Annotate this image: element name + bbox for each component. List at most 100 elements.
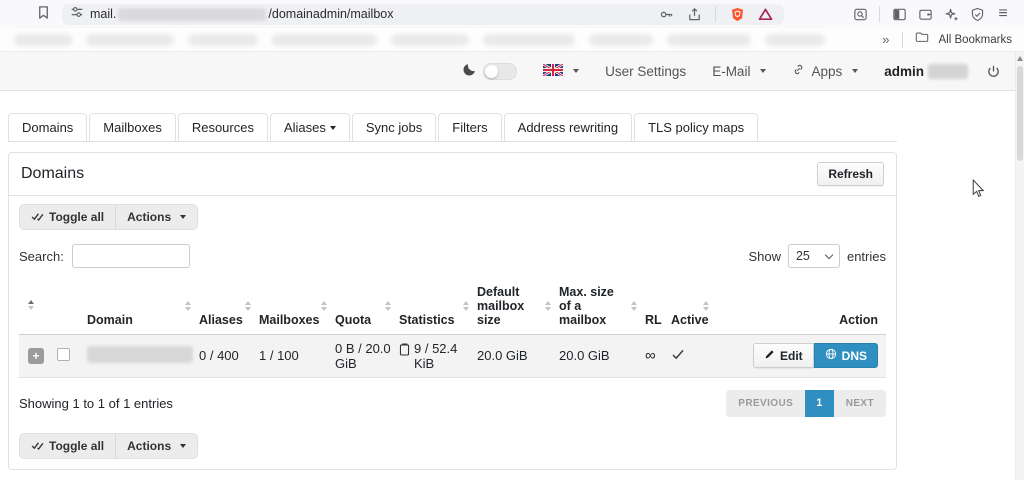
bookmark-item-redacted[interactable]	[483, 34, 575, 46]
cell-default-mailbox-size: 20.0 GiB	[473, 334, 555, 377]
actions-dropdown-button-bottom[interactable]: Actions	[115, 434, 197, 458]
actions-dropdown-button[interactable]: Actions	[115, 205, 197, 229]
row-expand-button[interactable]: +	[28, 348, 44, 364]
sort-icon	[463, 301, 469, 311]
cell-max-mailbox-size: 20.0 GiB	[555, 334, 641, 377]
tab-bar: Domains Mailboxes Resources Aliases Sync…	[8, 113, 897, 142]
brave-shields-icon[interactable]	[726, 3, 748, 25]
uk-flag-icon	[543, 64, 563, 79]
tab-resources[interactable]: Resources	[178, 113, 268, 141]
main-content: Domains Mailboxes Resources Aliases Sync…	[8, 113, 897, 470]
header-aliases[interactable]: Aliases	[195, 278, 255, 334]
page-length-select[interactable]: 25	[788, 244, 840, 268]
sort-icon	[185, 301, 191, 311]
bookmark-item-redacted[interactable]	[765, 34, 825, 46]
extension-triangle-icon[interactable]	[754, 3, 776, 25]
domains-table: Domain Aliases Mailboxes Quota Statistic…	[19, 278, 886, 378]
share-button[interactable]	[683, 3, 705, 25]
caret-down-icon	[180, 215, 186, 219]
cell-aliases: 0 / 400	[195, 334, 255, 377]
header-default-mailbox-size[interactable]: Default mailbox size	[473, 278, 555, 334]
link-icon	[792, 63, 805, 79]
tab-domains[interactable]: Domains	[8, 113, 87, 141]
cell-active	[667, 334, 713, 377]
logged-in-user: admin	[884, 64, 968, 79]
shield-check-icon[interactable]	[966, 3, 988, 25]
folder-icon	[915, 30, 929, 49]
menu-icon[interactable]: ≡	[992, 3, 1014, 25]
reader-search-icon[interactable]	[849, 3, 871, 25]
tab-tls-policy-maps[interactable]: TLS policy maps	[634, 113, 758, 141]
site-permissions-icon[interactable]	[70, 5, 84, 24]
bookmark-item-redacted[interactable]	[391, 34, 469, 46]
caret-down-icon	[573, 69, 579, 73]
row-action-group: Edit DNS	[753, 343, 878, 368]
bookmark-item-redacted[interactable]	[86, 34, 174, 46]
nav-email-dropdown[interactable]: E-Mail	[712, 64, 766, 79]
pagination-page-1[interactable]: 1	[805, 390, 834, 417]
double-check-icon	[31, 439, 44, 453]
panel-title: Domains	[21, 165, 84, 183]
caret-down-icon	[330, 126, 336, 130]
edit-button[interactable]: Edit	[753, 343, 814, 368]
wallet-icon[interactable]	[914, 3, 936, 25]
tab-filters[interactable]: Filters	[438, 113, 501, 141]
refresh-button[interactable]: Refresh	[817, 162, 884, 186]
leo-ai-sparkle-icon[interactable]	[940, 3, 962, 25]
dns-button[interactable]: DNS	[814, 343, 878, 368]
header-expand[interactable]	[19, 278, 53, 334]
bookmarks-bar: » All Bookmarks	[0, 28, 1024, 52]
bookmark-item-redacted[interactable]	[589, 34, 653, 46]
tab-address-rewriting[interactable]: Address rewriting	[504, 113, 632, 141]
header-max-mailbox-size[interactable]: Max. size of a mailbox	[555, 278, 641, 334]
logout-power-icon[interactable]	[982, 60, 1004, 82]
url-bar[interactable]: mail. /domainadmin/mailbox	[62, 4, 784, 25]
bookmark-item-redacted[interactable]	[14, 34, 72, 46]
bookmark-item-redacted[interactable]	[272, 34, 377, 46]
bookmarks-overflow-chevron[interactable]: »	[882, 32, 889, 47]
tab-mailboxes[interactable]: Mailboxes	[89, 113, 176, 141]
toggle-all-button[interactable]: Toggle all	[20, 205, 115, 229]
tab-sync-jobs[interactable]: Sync jobs	[352, 113, 436, 141]
cell-mailboxes: 1 / 100	[255, 334, 331, 377]
sidebar-toggle-icon[interactable]	[888, 3, 910, 25]
cell-rl: ∞	[641, 334, 667, 377]
domains-panel: Domains Refresh Toggle all Actions Searc…	[8, 152, 897, 470]
header-active[interactable]: Active	[667, 278, 713, 334]
header-quota[interactable]: Quota	[331, 278, 395, 334]
bookmark-item-redacted[interactable]	[667, 34, 751, 46]
caret-down-icon	[180, 444, 186, 448]
mouse-cursor	[972, 179, 985, 204]
pagination-previous[interactable]: PREVIOUS	[726, 390, 805, 417]
header-rl[interactable]: RL	[641, 278, 667, 334]
pagination-next[interactable]: NEXT	[834, 390, 886, 417]
language-selector[interactable]	[543, 64, 579, 79]
show-label: Show	[748, 249, 781, 264]
cell-statistics: 9 / 52.4 KiB	[395, 334, 473, 377]
search-input[interactable]	[72, 244, 190, 268]
browser-actions: ≡	[849, 3, 1014, 25]
header-domain[interactable]: Domain	[83, 278, 195, 334]
nav-apps-dropdown[interactable]: Apps	[792, 63, 858, 79]
url-host-prefix: mail.	[90, 7, 116, 21]
browser-toolbar: mail. /domainadmin/mailbox ≡	[0, 0, 1024, 28]
tab-aliases[interactable]: Aliases	[270, 113, 350, 141]
row-checkbox[interactable]	[57, 348, 70, 361]
all-bookmarks-label[interactable]: All Bookmarks	[939, 34, 1013, 46]
scroll-up-arrow[interactable]	[1017, 56, 1023, 61]
sort-icon	[28, 300, 35, 310]
scrollbar-thumb[interactable]	[1017, 66, 1023, 161]
dark-mode-toggle[interactable]	[483, 63, 517, 80]
header-mailboxes[interactable]: Mailboxes	[255, 278, 331, 334]
toggle-all-button-bottom[interactable]: Toggle all	[20, 434, 115, 458]
pagination: PREVIOUS 1 NEXT	[726, 390, 886, 417]
saved-password-button[interactable]	[655, 3, 677, 25]
page-scrollbar[interactable]	[1015, 52, 1024, 480]
header-statistics[interactable]: Statistics	[395, 278, 473, 334]
check-icon	[671, 348, 685, 363]
header-action: Action	[713, 278, 886, 334]
nav-user-settings[interactable]: User Settings	[605, 64, 686, 79]
sort-icon	[245, 301, 251, 311]
bookmark-item-redacted[interactable]	[188, 34, 258, 46]
bookmark-button[interactable]	[32, 3, 54, 25]
